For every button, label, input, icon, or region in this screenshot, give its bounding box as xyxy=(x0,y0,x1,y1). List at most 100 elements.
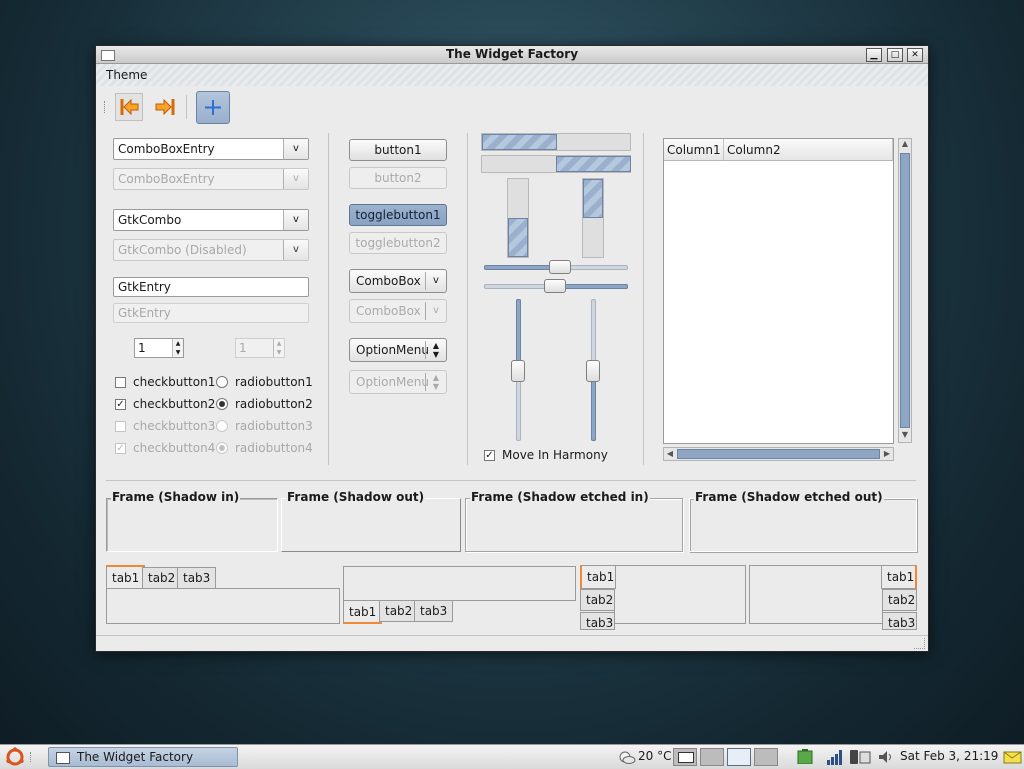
menu-theme[interactable]: Theme xyxy=(106,68,147,82)
workspace-1[interactable] xyxy=(700,748,724,766)
notebook-bottom-tab1[interactable]: tab1 xyxy=(343,600,383,624)
show-desktop-button[interactable] xyxy=(673,748,697,766)
notebook-left-tab1[interactable]: tab1 xyxy=(580,565,616,589)
checkbutton4-label: checkbutton4 xyxy=(133,441,216,455)
updown-arrows-icon[interactable]: ▲ ▼ xyxy=(425,341,446,359)
notebook-top-tab2[interactable]: tab2 xyxy=(142,567,182,589)
notebook-right-page xyxy=(749,565,883,624)
taskbar-button[interactable]: The Widget Factory xyxy=(48,747,238,767)
frame-shadow-out: Frame (Shadow out) xyxy=(281,490,461,552)
notebook-top-tab1[interactable]: tab1 xyxy=(106,565,146,589)
optionmenu-text[interactable]: OptionMenu xyxy=(356,343,429,357)
scroll-up-icon[interactable]: ▲ xyxy=(900,139,910,148)
horizontal-scroll-thumb[interactable] xyxy=(677,449,880,459)
vscale-2-thumb[interactable] xyxy=(586,360,600,382)
combobox-text[interactable]: ComboBox xyxy=(356,274,421,288)
spin-button[interactable]: 1 ▲ ▼ xyxy=(134,338,184,358)
checkbutton2-label[interactable]: checkbutton2 xyxy=(133,397,215,411)
chevron-down-icon[interactable]: v xyxy=(283,139,308,159)
weather-icon[interactable] xyxy=(618,749,636,765)
checkbutton4-box: ✓ xyxy=(115,443,126,454)
battery-icon[interactable] xyxy=(796,748,816,764)
togglebutton1[interactable]: togglebutton1 xyxy=(349,204,447,226)
plus-icon xyxy=(205,100,221,115)
resize-grip[interactable] xyxy=(914,638,925,649)
workspace-3[interactable] xyxy=(754,748,778,766)
notebook-top-tab3[interactable]: tab3 xyxy=(177,567,217,589)
chevron-down-icon[interactable]: v xyxy=(283,210,308,230)
ubuntu-menu-icon[interactable] xyxy=(5,747,25,767)
hscale-2-thumb[interactable] xyxy=(544,279,566,293)
notebook-right-tab2[interactable]: tab2 xyxy=(882,589,917,611)
button1[interactable]: button1 xyxy=(349,139,447,161)
panel-clock[interactable]: Sat Feb 3, 21:19 xyxy=(900,749,998,763)
spin-value[interactable]: 1 xyxy=(138,341,146,355)
close-button[interactable]: ✕ xyxy=(907,48,923,62)
forward-button[interactable] xyxy=(150,93,178,121)
taskbar-label[interactable]: The Widget Factory xyxy=(77,750,193,764)
vscale-1-thumb[interactable] xyxy=(511,360,525,382)
radiobutton2-label[interactable]: radiobutton2 xyxy=(235,397,313,411)
vertical-scroll-thumb[interactable] xyxy=(900,153,910,428)
phone-device-icon[interactable] xyxy=(848,749,874,765)
notebook-left-tab2[interactable]: tab2 xyxy=(580,589,615,611)
add-button[interactable] xyxy=(196,91,230,124)
chevron-down-icon[interactable]: v xyxy=(425,272,446,290)
checkbutton1-label[interactable]: checkbutton1 xyxy=(133,375,215,389)
back-button[interactable] xyxy=(115,93,143,121)
radiobutton3-label: radiobutton3 xyxy=(235,419,313,433)
weather-temperature[interactable]: 20 °C xyxy=(638,749,671,763)
checkbutton3-label: checkbutton3 xyxy=(133,419,216,433)
workspace-2[interactable] xyxy=(727,748,751,766)
optionmenu-disabled: OptionMenu ▲ ▼ xyxy=(349,370,447,394)
comboboxentry-disabled-text: ComboBoxEntry xyxy=(118,172,215,186)
spin-arrows-icon[interactable]: ▲ ▼ xyxy=(172,339,183,357)
gtkentry[interactable]: GtkEntry xyxy=(113,277,309,297)
arrow-right-icon xyxy=(155,98,175,116)
horizontal-scrollbar[interactable]: ◀ ▶ xyxy=(663,447,894,461)
column-header-2[interactable]: Column2 xyxy=(724,139,893,161)
column-header-1[interactable]: Column1 xyxy=(664,139,724,161)
checkbutton2-box[interactable]: ✓ xyxy=(115,399,126,410)
notebook-bottom-tab3[interactable]: tab3 xyxy=(414,600,454,622)
toolbar-grip[interactable] xyxy=(104,101,108,113)
chevron-down-icon: v xyxy=(283,240,308,260)
notebook-bottom-tab2[interactable]: tab2 xyxy=(379,600,419,622)
comboboxentry[interactable]: ComboBoxEntry v xyxy=(113,138,309,160)
scroll-left-icon[interactable]: ◀ xyxy=(665,449,675,458)
notes-icon[interactable] xyxy=(1003,749,1023,765)
volume-icon[interactable] xyxy=(877,749,895,765)
comboboxentry-text[interactable]: ComboBoxEntry xyxy=(118,142,215,156)
title-bar[interactable]: The Widget Factory ▁ □ ✕ xyxy=(96,46,928,64)
notebook-right-tab1[interactable]: tab1 xyxy=(881,565,917,589)
move-in-harmony-checkbox[interactable]: ✓ xyxy=(484,450,495,461)
network-signal-icon[interactable] xyxy=(826,749,844,765)
notebook-right-tab3[interactable]: tab3 xyxy=(882,612,917,630)
tree-view[interactable]: Column1 Column2 xyxy=(663,138,894,444)
frame-label: Frame (Shadow out) xyxy=(286,490,426,504)
radiobutton2-circle[interactable] xyxy=(216,398,228,410)
toolbar xyxy=(96,87,928,127)
maximize-button[interactable]: □ xyxy=(887,48,903,62)
combobox[interactable]: ComboBox v xyxy=(349,269,447,293)
notebook-left-tab3[interactable]: tab3 xyxy=(580,612,615,630)
optionmenu[interactable]: OptionMenu ▲ ▼ xyxy=(349,338,447,362)
frame-shadow-etched-in: Frame (Shadow etched in) xyxy=(465,490,683,552)
progressbar-vertical-1 xyxy=(507,178,529,258)
hscale-1-thumb[interactable] xyxy=(549,260,571,274)
frame-shadow-etched-out: Frame (Shadow etched out) xyxy=(689,490,917,552)
scroll-down-icon[interactable]: ▼ xyxy=(900,430,910,439)
vertical-scrollbar[interactable]: ▲ ▼ xyxy=(898,138,912,443)
radiobutton1-circle[interactable] xyxy=(216,376,228,388)
checkbutton1-box[interactable] xyxy=(115,377,126,388)
move-in-harmony-label[interactable]: Move In Harmony xyxy=(502,448,608,462)
minimize-button[interactable]: ▁ xyxy=(866,48,882,62)
radiobutton1-label[interactable]: radiobutton1 xyxy=(235,375,313,389)
gtkcombo[interactable]: GtkCombo v xyxy=(113,209,309,231)
panel-grip[interactable] xyxy=(30,752,39,762)
combobox-disabled-text: ComboBox xyxy=(356,304,421,318)
gtkcombo-text[interactable]: GtkCombo xyxy=(118,213,181,227)
scroll-right-icon[interactable]: ▶ xyxy=(882,449,892,458)
gtkentry-text[interactable]: GtkEntry xyxy=(118,280,171,294)
updown-arrows-icon: ▲ ▼ xyxy=(425,373,446,391)
